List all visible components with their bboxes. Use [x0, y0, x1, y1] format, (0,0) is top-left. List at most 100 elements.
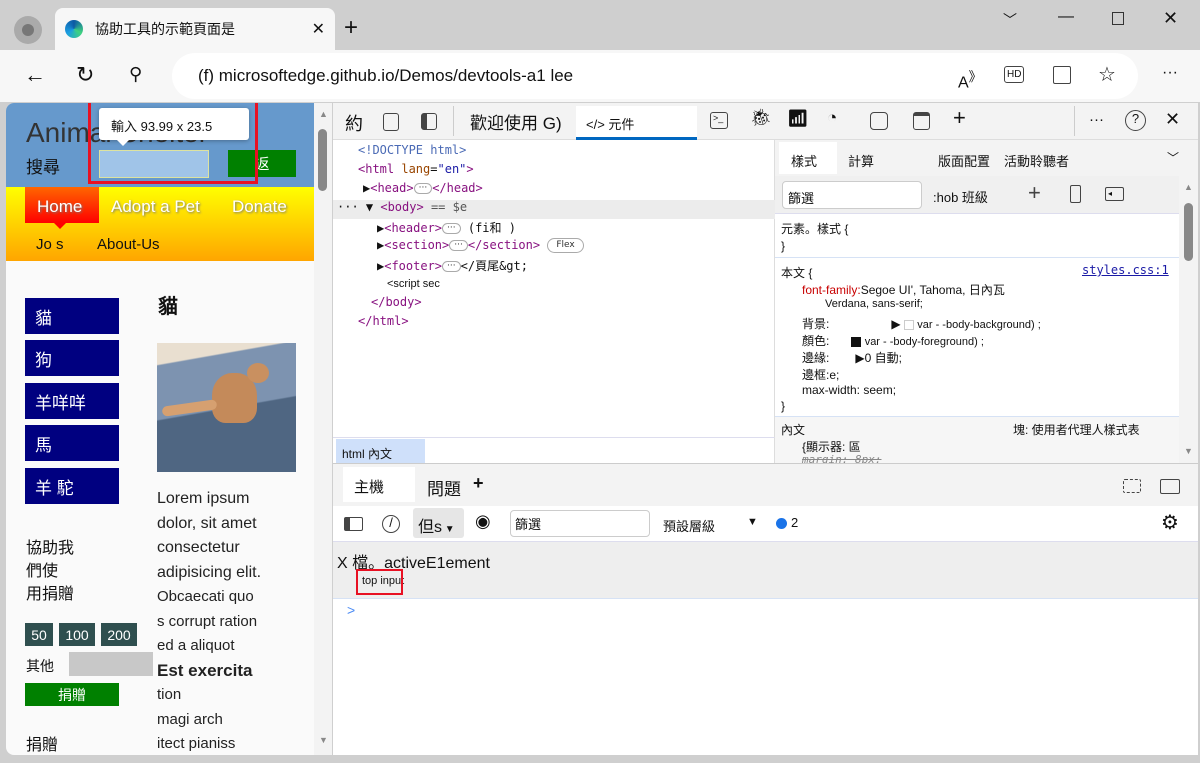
immersive-reader-icon[interactable] [1053, 66, 1071, 84]
rule-source-link[interactable]: styles.css:1 [1082, 263, 1169, 277]
console-icon[interactable]: >_ [710, 112, 728, 129]
close-devtools-icon[interactable]: ✕ [1165, 109, 1180, 130]
close-drawer-icon[interactable] [1160, 479, 1180, 494]
style-prop[interactable]: font-family:Segoe UI', Tahoma, 日內瓦 [802, 281, 1005, 298]
other-amount-input[interactable] [69, 652, 153, 676]
sidebar-item-dogs[interactable]: 狗 [25, 340, 119, 376]
memory-icon[interactable] [870, 112, 888, 130]
nav-home[interactable]: Home [25, 187, 99, 223]
hd-icon[interactable]: HD [1004, 66, 1025, 83]
style-prop[interactable]: Verdana, sans-serif; [825, 298, 923, 310]
new-tab-button[interactable]: + [344, 14, 358, 42]
customize-icon[interactable]: ··· [1089, 111, 1104, 128]
nav-adopt[interactable]: Adopt a Pet [111, 197, 200, 217]
live-expression-icon[interactable]: ◉ [475, 511, 491, 532]
style-prop[interactable]: max-width: seem; [802, 383, 896, 397]
nav-about[interactable]: About-Us [97, 236, 160, 253]
console-prompt[interactable]: > [347, 602, 355, 618]
dom-section[interactable]: ▶<section> ··· </section> Flex [377, 238, 584, 257]
ua-selector[interactable]: 內文 [781, 421, 805, 438]
tab-styles[interactable]: 樣式 [779, 142, 837, 174]
element-style-selector[interactable]: 元素。樣式 { [781, 220, 848, 237]
console-filter-input[interactable]: 篩選 [510, 510, 650, 537]
dock-drawer-icon[interactable] [1123, 479, 1141, 493]
network-icon[interactable]: 📶︎ [787, 109, 809, 129]
console-settings-icon[interactable]: ⚙ [1161, 510, 1179, 535]
context-selector[interactable]: 但s ▼ [413, 508, 464, 538]
tab-computed[interactable]: 計算 [848, 151, 874, 170]
tab-list-icon[interactable]: ﹀ [1003, 10, 1017, 30]
rule-selector[interactable]: 本文 { [781, 264, 812, 281]
flex-badge[interactable]: Flex [547, 238, 584, 253]
more-tools-icon[interactable]: + [953, 105, 966, 131]
amount-100[interactable]: 100 [59, 623, 95, 646]
inspect-tool[interactable]: 約 [345, 110, 363, 136]
dom-body-selected[interactable]: ··· ▼ <body> == $e [333, 200, 775, 219]
profile-icon[interactable] [14, 16, 42, 44]
clear-console-icon[interactable]: / [382, 515, 400, 533]
ellipsis-badge[interactable]: ··· [449, 240, 468, 251]
dock-side-icon[interactable] [421, 113, 437, 130]
tab-issues[interactable]: 問題 [427, 475, 461, 500]
tab-event-listeners[interactable]: 活動聆聽者 [1004, 151, 1069, 170]
tab-elements[interactable]: </> 元件 [576, 106, 697, 140]
hov-cls-toggle[interactable]: :hob 班級 [933, 187, 988, 206]
page-scrollbar[interactable]: ▲ ▼ [314, 103, 332, 755]
breadcrumb-item[interactable]: html 內文 [336, 439, 425, 463]
tab-welcome[interactable]: 歡迎使用 G) [470, 109, 562, 134]
paintbrush-icon[interactable] [1070, 185, 1081, 203]
tab-layout[interactable]: 版面配置 [938, 151, 990, 170]
chevron-down-icon[interactable]: ﹀ [1167, 149, 1179, 166]
issues-count[interactable]: 2 [791, 515, 798, 530]
dom-header[interactable]: ▶<header> ··· (fi和 ) [377, 219, 516, 238]
search-icon[interactable]: ⚲ [129, 64, 142, 85]
device-emulation-icon[interactable] [383, 113, 399, 131]
color-swatch[interactable] [903, 319, 914, 330]
dropdown-arrow-icon[interactable]: ▼ [747, 516, 758, 528]
help-icon[interactable]: ? [1125, 110, 1146, 131]
issues-icon[interactable] [776, 518, 787, 529]
ellipsis-badge[interactable]: ··· [413, 183, 433, 194]
style-prop[interactable]: 背景: ▶ var - -body-background) ; [802, 315, 1041, 332]
favorite-icon[interactable]: ☆ [1098, 62, 1116, 87]
styles-filter-input[interactable]: 篩選 [782, 181, 922, 209]
bug-icon[interactable]: 🐞︎ [750, 108, 772, 128]
browser-tab[interactable]: 協助工具的示範頁面是 ✕ [55, 8, 335, 50]
new-rule-icon[interactable]: + [1028, 180, 1041, 206]
log-levels-dropdown[interactable]: 預設層級 [663, 516, 715, 535]
address-bar[interactable]: (f) microsoftedge.github.io/Demos/devtoo… [172, 53, 1138, 99]
back-icon[interactable]: ← [24, 62, 46, 88]
style-prop[interactable]: 邊緣: ▶0 自動; [802, 349, 902, 366]
nav-donate[interactable]: Donate [232, 197, 287, 217]
dom-doctype[interactable]: <!DOCTYPE html> [358, 143, 466, 162]
nav-jobs[interactable]: Jo s [36, 236, 64, 253]
amount-200[interactable]: 200 [101, 623, 137, 646]
performance-icon[interactable]: ◔ [827, 108, 837, 128]
dom-footer[interactable]: ▶<footer> ··· </頁尾&gt; [377, 257, 528, 276]
ellipsis-badge[interactable]: ··· [442, 223, 461, 234]
sidebar-item-sheep[interactable]: 羊咩咩 [25, 383, 119, 419]
color-swatch[interactable] [851, 336, 862, 347]
read-aloud-icon[interactable]: A》 [958, 66, 982, 92]
refresh-icon[interactable]: ↻ [76, 62, 94, 88]
tab-console[interactable]: 主機 [343, 467, 415, 502]
application-icon[interactable] [913, 112, 930, 130]
sidebar-item-horses[interactable]: 馬 [25, 425, 119, 461]
donate-button[interactable]: 捐贈 [25, 683, 119, 706]
close-window-icon[interactable]: ✕ [1163, 8, 1178, 29]
dom-body-close[interactable]: </body> [371, 295, 422, 314]
dom-html[interactable]: <html lang="en"> [358, 162, 474, 181]
add-tab-button[interactable]: + [473, 473, 484, 494]
sidebar-toggle-icon[interactable]: ◂ [1105, 187, 1124, 201]
sidebar-toggle-icon[interactable] [344, 517, 363, 531]
amount-50[interactable]: 50 [25, 623, 53, 646]
style-prop[interactable]: 邊框:e; [802, 366, 839, 383]
ellipsis-badge[interactable]: ··· [442, 261, 461, 272]
dom-html-close[interactable]: </html> [358, 314, 409, 333]
more-icon[interactable]: ··· [1162, 64, 1178, 82]
dom-head[interactable]: ▶<head> ··· </head> [363, 181, 483, 200]
maximize-icon[interactable] [1112, 12, 1124, 25]
close-tab-icon[interactable]: ✕ [312, 19, 325, 39]
style-prop[interactable]: 顏色: var - -body-foreground) ; [802, 332, 984, 349]
sidebar-item-cats[interactable]: 貓 [25, 298, 119, 334]
